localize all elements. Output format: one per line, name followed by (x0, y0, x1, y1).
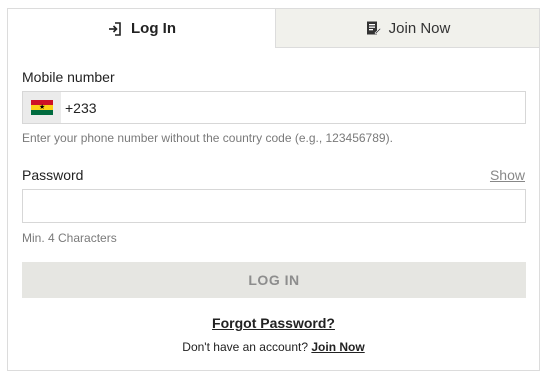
auth-tabs: Log In Join Now (8, 9, 539, 48)
no-account-text: Don't have an account? (182, 340, 309, 354)
tab-join[interactable]: Join Now (275, 9, 539, 48)
login-button[interactable]: LOG IN (22, 262, 526, 298)
password-hint: Min. 4 Characters (22, 231, 117, 245)
password-input[interactable] (22, 189, 526, 223)
tab-join-label: Join Now (388, 19, 451, 37)
tab-login-label: Log In (131, 20, 176, 37)
mobile-number-hint: Enter your phone number without the coun… (22, 131, 393, 145)
show-password-toggle[interactable]: Show (490, 167, 525, 183)
forgot-password-link[interactable]: Forgot Password? (8, 315, 539, 331)
mobile-number-field: ★ (22, 91, 526, 124)
signup-prompt: Don't have an account? Join Now (8, 340, 539, 354)
register-icon (365, 20, 381, 36)
mobile-number-input[interactable] (65, 92, 523, 123)
tab-login[interactable]: Log In (8, 9, 275, 48)
country-selector[interactable]: ★ (23, 92, 61, 123)
login-icon (107, 21, 123, 37)
password-label: Password (22, 167, 84, 183)
login-card: Log In Join Now Mobile number ★ +233 Ent… (7, 8, 540, 371)
ghana-flag-icon: ★ (31, 100, 53, 115)
join-now-link[interactable]: Join Now (311, 340, 364, 354)
mobile-number-label: Mobile number (22, 69, 115, 85)
